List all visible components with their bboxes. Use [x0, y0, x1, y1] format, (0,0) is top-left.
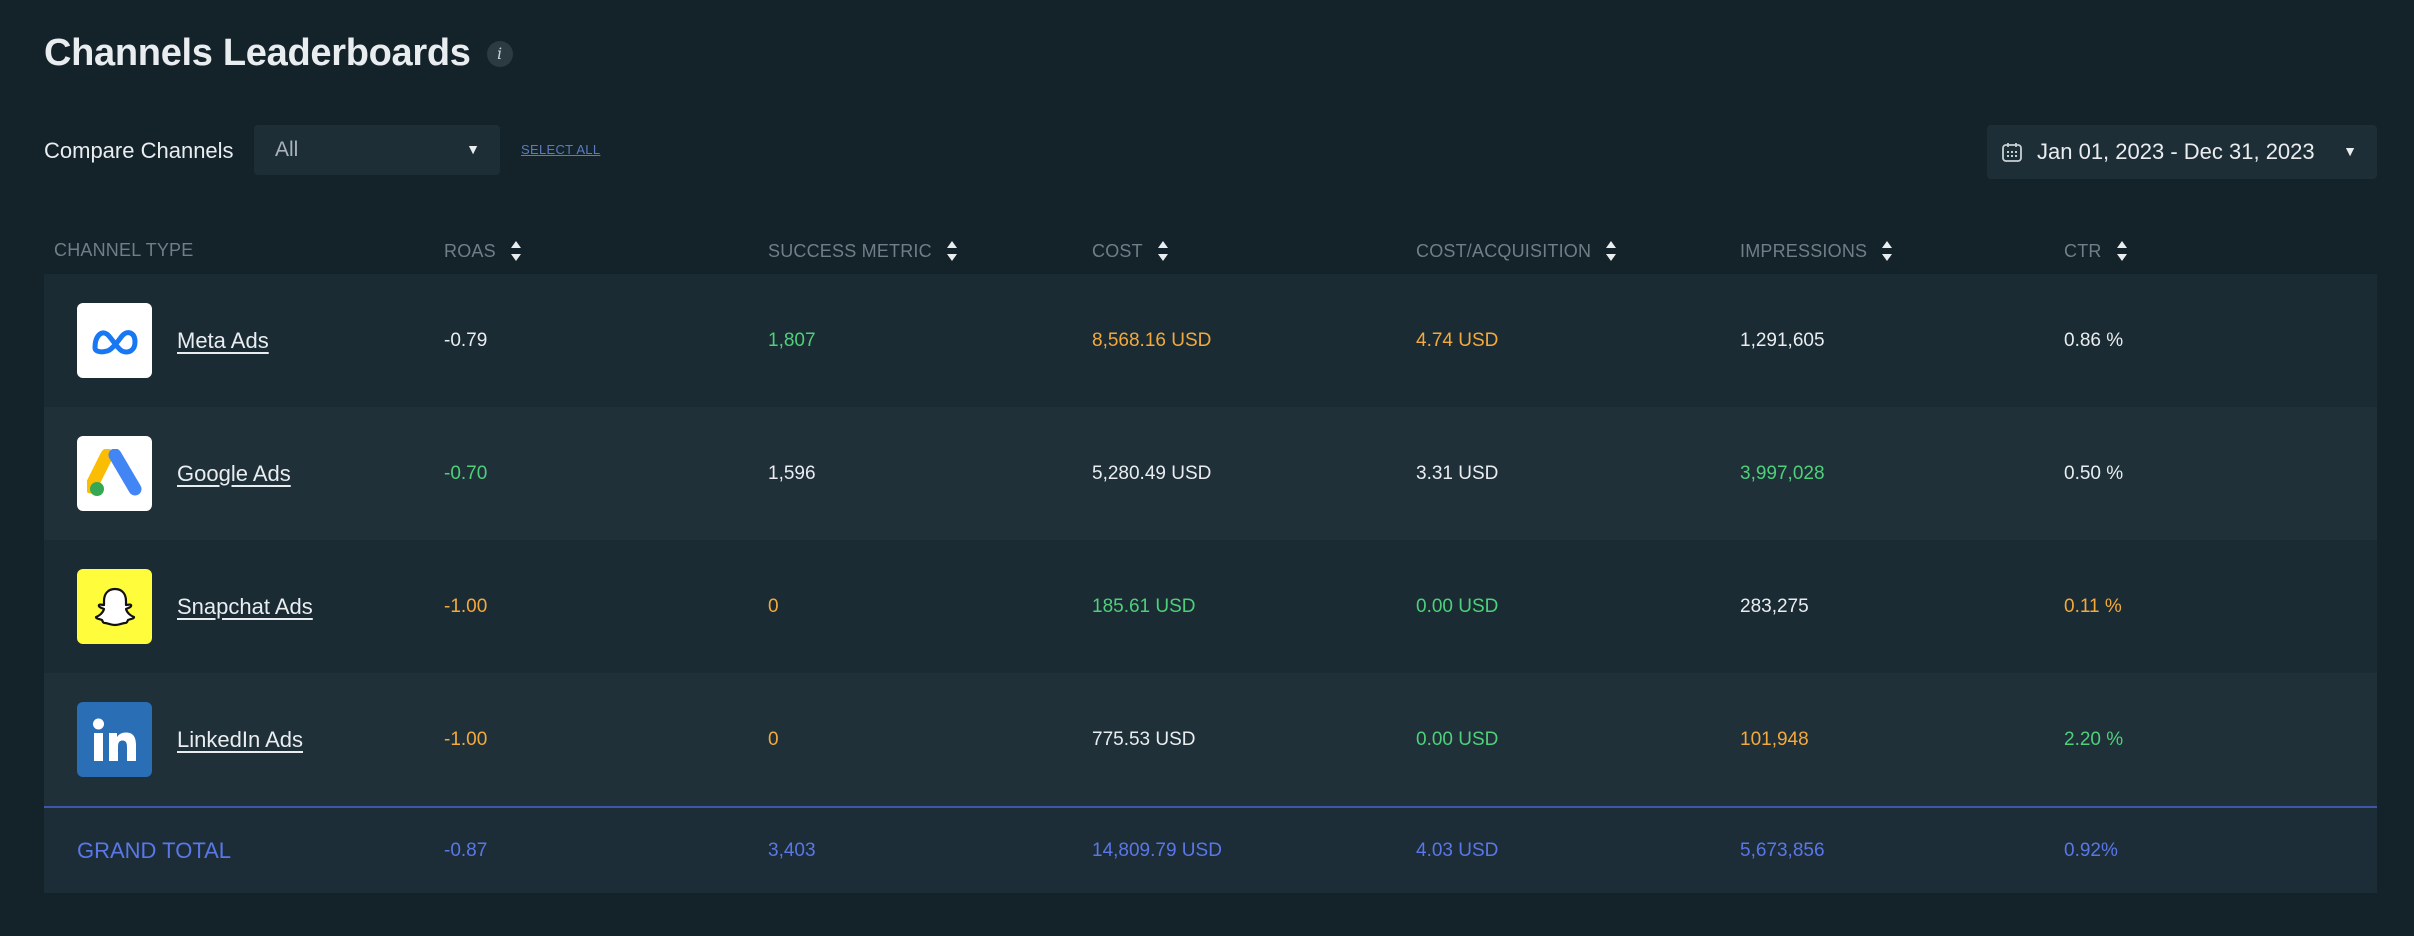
- table-header: CHANNEL TYPE ROAS SUCCESS METRIC COST CO…: [44, 230, 2377, 274]
- total-roas-value: -0.87: [444, 839, 488, 861]
- compare-channels-label: Compare Channels: [44, 138, 234, 163]
- sort-icon[interactable]: [1881, 240, 1893, 262]
- leaderboard-table: CHANNEL TYPE ROAS SUCCESS METRIC COST CO…: [44, 230, 2377, 893]
- impressions-value: 3,997,028: [1740, 462, 1825, 484]
- column-header-ctr[interactable]: CTR: [2064, 240, 2128, 262]
- ctr-value: 0.86 %: [2064, 329, 2124, 351]
- grand-total-row: GRAND TOTAL -0.87 3,403 14,809.79 USD 4.…: [44, 806, 2377, 893]
- page-header: Channels Leaderboards i: [44, 32, 513, 75]
- snapchat-logo-icon: [77, 569, 152, 644]
- impressions-value: 1,291,605: [1740, 329, 1825, 351]
- impressions-value: 101,948: [1740, 728, 1809, 750]
- cost-value: 8,568.16 USD: [1092, 329, 1212, 351]
- cost-acquisition-value: 3.31 USD: [1416, 462, 1499, 484]
- controls-bar: Compare Channels All ▼ SELECT ALL Jan 01…: [44, 125, 2377, 179]
- channel-link[interactable]: Google Ads: [177, 461, 291, 487]
- roas-value: -0.79: [444, 329, 488, 351]
- table-row: Google Ads -0.70 1,596 5,280.49 USD 3.31…: [44, 407, 2377, 540]
- cost-acquisition-value: 4.74 USD: [1416, 329, 1499, 351]
- total-ctr-value: 0.92%: [2064, 839, 2118, 861]
- ctr-value: 0.50 %: [2064, 462, 2124, 484]
- channel-link[interactable]: Meta Ads: [177, 328, 269, 354]
- sort-icon[interactable]: [2116, 240, 2128, 262]
- select-all-link[interactable]: SELECT ALL: [521, 142, 600, 157]
- channel-link[interactable]: Snapchat Ads: [177, 594, 313, 620]
- table-row: Meta Ads -0.79 1,807 8,568.16 USD 4.74 U…: [44, 274, 2377, 407]
- column-header-success-metric[interactable]: SUCCESS METRIC: [768, 240, 958, 262]
- total-success-metric-value: 3,403: [768, 839, 816, 861]
- caret-down-icon: ▼: [2343, 143, 2357, 159]
- channel-select-value: All: [275, 138, 299, 161]
- info-icon[interactable]: i: [486, 40, 513, 67]
- column-header-roas[interactable]: ROAS: [444, 240, 522, 262]
- channel-link[interactable]: LinkedIn Ads: [177, 727, 303, 753]
- channel-select[interactable]: All ▼: [254, 125, 500, 175]
- success-metric-value: 1,596: [768, 462, 816, 484]
- success-metric-value: 1,807: [768, 329, 816, 351]
- total-cost-value: 14,809.79 USD: [1092, 839, 1222, 861]
- total-impressions-value: 5,673,856: [1740, 839, 1825, 861]
- table-row: LinkedIn Ads -1.00 0 775.53 USD 0.00 USD…: [44, 673, 2377, 806]
- ctr-value: 0.11 %: [2064, 595, 2122, 617]
- sort-icon[interactable]: [1605, 240, 1617, 262]
- roas-value: -1.00: [444, 595, 488, 617]
- total-cost-acquisition-value: 4.03 USD: [1416, 839, 1499, 861]
- calendar-icon: [2002, 143, 2022, 162]
- column-header-cost[interactable]: COST: [1092, 240, 1169, 262]
- cost-value: 775.53 USD: [1092, 728, 1196, 750]
- cost-value: 5,280.49 USD: [1092, 462, 1212, 484]
- column-header-impressions[interactable]: IMPRESSIONS: [1740, 240, 1893, 262]
- page-title: Channels Leaderboards: [44, 32, 471, 74]
- success-metric-value: 0: [768, 595, 779, 617]
- sort-icon[interactable]: [1157, 240, 1169, 262]
- linkedin-logo-icon: [77, 702, 152, 777]
- date-range-value: Jan 01, 2023 - Dec 31, 2023: [2037, 139, 2315, 164]
- roas-value: -1.00: [444, 728, 488, 750]
- sort-icon[interactable]: [510, 240, 522, 262]
- caret-down-icon: ▼: [466, 141, 480, 157]
- roas-value: -0.70: [444, 462, 488, 484]
- impressions-value: 283,275: [1740, 595, 1809, 617]
- column-header-channel-type: CHANNEL TYPE: [54, 240, 194, 260]
- grand-total-label: GRAND TOTAL: [77, 837, 232, 863]
- cost-value: 185.61 USD: [1092, 595, 1196, 617]
- cost-acquisition-value: 0.00 USD: [1416, 728, 1499, 750]
- cost-acquisition-value: 0.00 USD: [1416, 595, 1499, 617]
- column-header-cost-acquisition[interactable]: COST/ACQUISITION: [1416, 240, 1617, 262]
- table-row: Snapchat Ads -1.00 0 185.61 USD 0.00 USD…: [44, 540, 2377, 673]
- date-range-picker[interactable]: Jan 01, 2023 - Dec 31, 2023 ▼: [1987, 125, 2377, 179]
- sort-icon[interactable]: [946, 240, 958, 262]
- meta-logo-icon: [77, 303, 152, 378]
- ctr-value: 2.20 %: [2064, 728, 2124, 750]
- google-ads-logo-icon: [77, 436, 152, 511]
- success-metric-value: 0: [768, 728, 779, 750]
